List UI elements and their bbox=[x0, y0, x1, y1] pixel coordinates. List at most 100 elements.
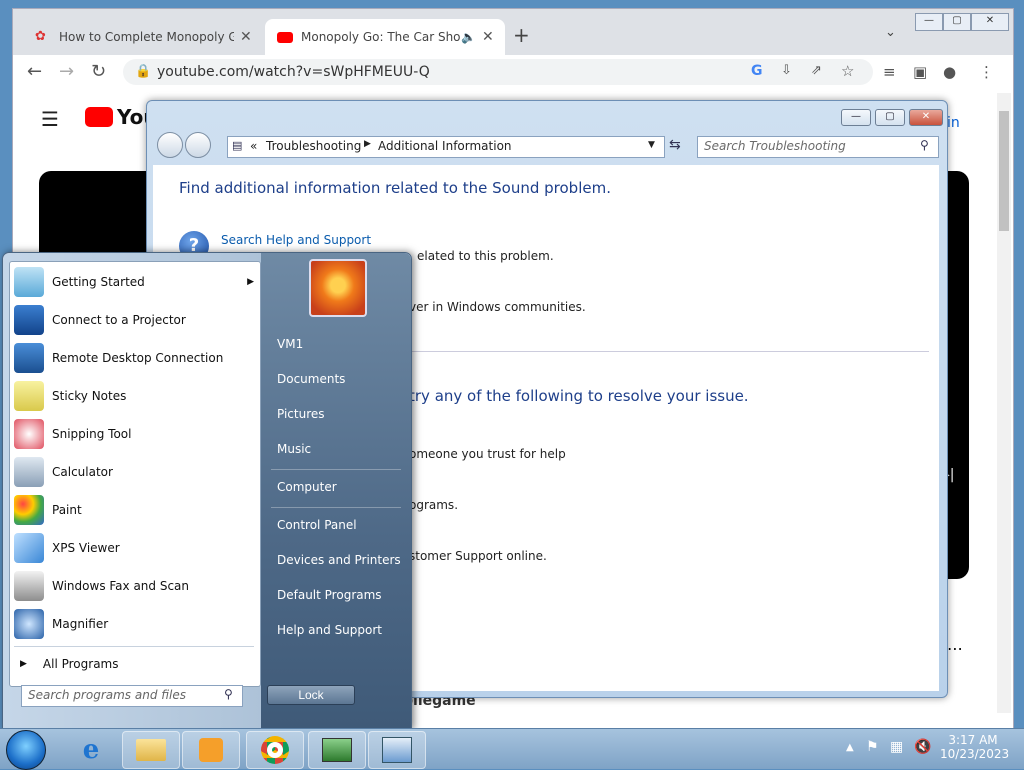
address-bar[interactable]: 🔒 youtube.com/watch?v=sWpHFMEUU-Q G ⇩ ⇗ … bbox=[123, 59, 873, 85]
internet-explorer-icon[interactable]: e bbox=[62, 731, 120, 769]
place-pictures[interactable]: Pictures bbox=[277, 407, 325, 421]
scrollbar[interactable] bbox=[997, 93, 1011, 713]
minimize-icon[interactable]: — bbox=[915, 13, 943, 31]
xps-viewer-icon bbox=[14, 533, 44, 563]
remote-desktop-icon bbox=[14, 343, 44, 373]
user-avatar[interactable] bbox=[309, 259, 367, 317]
place-default-programs[interactable]: Default Programs bbox=[277, 588, 382, 602]
programs-pane: Getting Started ▶ Connect to a Projector… bbox=[9, 261, 261, 687]
network-icon[interactable]: ▦ bbox=[890, 739, 903, 755]
youtube-logo-icon[interactable] bbox=[85, 107, 113, 127]
action-center-icon[interactable]: ⚑ bbox=[866, 739, 879, 755]
program-magnifier[interactable]: Magnifier bbox=[14, 606, 254, 642]
tab-close-icon[interactable]: ✕ bbox=[482, 29, 494, 45]
place-devices-printers[interactable]: Devices and Printers bbox=[277, 553, 401, 567]
back-icon[interactable]: ← bbox=[27, 61, 42, 82]
divider bbox=[271, 469, 401, 470]
breadcrumb-troubleshooting[interactable]: Troubleshooting bbox=[266, 139, 361, 153]
lock-button[interactable]: Lock bbox=[267, 685, 355, 705]
place-help-support[interactable]: Help and Support bbox=[277, 623, 382, 637]
projector-icon bbox=[14, 305, 44, 335]
install-icon[interactable]: ⇩ bbox=[781, 63, 792, 78]
search-help-link[interactable]: Search Help and Support bbox=[221, 233, 371, 247]
close-icon[interactable]: ✕ bbox=[909, 109, 943, 126]
tab-monopoly-guide[interactable]: ✿ How to Complete Monopoly GO ✕ bbox=[23, 19, 263, 55]
task-manager-icon[interactable] bbox=[308, 731, 366, 769]
lock-icon[interactable]: 🔒 bbox=[135, 64, 151, 79]
control-panel-icon[interactable] bbox=[368, 731, 426, 769]
program-getting-started[interactable]: Getting Started ▶ bbox=[14, 264, 254, 300]
back-icon[interactable] bbox=[157, 132, 183, 158]
program-label: Calculator bbox=[52, 465, 113, 479]
forward-icon[interactable]: → bbox=[59, 61, 74, 82]
audio-playing-icon[interactable]: 🔈 bbox=[461, 30, 476, 44]
program-connect-projector[interactable]: Connect to a Projector bbox=[14, 302, 254, 338]
taskbar: e ▲ ⚑ ▦ 🔇 3:17 AM 10/23/2023 bbox=[0, 728, 1024, 770]
program-xps-viewer[interactable]: XPS Viewer bbox=[14, 530, 254, 566]
address-bar[interactable]: ▤ « Troubleshooting ▶ Additional Informa… bbox=[227, 136, 665, 158]
url-text: youtube.com/watch?v=sWpHFMEUU-Q bbox=[157, 64, 430, 80]
place-documents[interactable]: Documents bbox=[277, 372, 345, 386]
breadcrumb-additional-info[interactable]: Additional Information bbox=[378, 139, 512, 153]
hamburger-menu-icon[interactable]: ☰ bbox=[41, 107, 59, 131]
all-programs-button[interactable]: ▶ All Programs bbox=[14, 650, 254, 678]
tab-search-icon[interactable]: ⌄ bbox=[885, 25, 896, 40]
heading-try-following: try any of the following to resolve your… bbox=[409, 387, 749, 405]
breadcrumb-arrow-icon[interactable]: ▶ bbox=[364, 139, 371, 149]
submenu-arrow-icon[interactable]: ▶ bbox=[247, 277, 254, 287]
clock-time: 3:17 AM bbox=[948, 733, 998, 747]
media-player-icon[interactable] bbox=[182, 731, 240, 769]
site-favicon-icon: ✿ bbox=[35, 29, 46, 44]
places-pane: VM1 Documents Pictures Music Computer Co… bbox=[261, 253, 411, 729]
place-computer[interactable]: Computer bbox=[277, 480, 337, 494]
media-control-icon[interactable]: ≡ bbox=[883, 63, 896, 81]
search-icon[interactable]: ⚲ bbox=[224, 687, 233, 701]
tab-youtube[interactable]: Monopoly Go: The Car Show 🔈 ✕ bbox=[265, 19, 505, 55]
share-icon[interactable]: ⇗ bbox=[811, 63, 822, 78]
file-explorer-icon[interactable] bbox=[122, 731, 180, 769]
start-menu: Getting Started ▶ Connect to a Projector… bbox=[2, 252, 412, 730]
program-fax-scan[interactable]: Windows Fax and Scan bbox=[14, 568, 254, 604]
menu-icon[interactable]: ⋮ bbox=[979, 63, 994, 81]
search-programs-input[interactable]: Search programs and files ⚲ bbox=[21, 685, 243, 707]
program-sticky-notes[interactable]: Sticky Notes bbox=[14, 378, 254, 414]
new-tab-button[interactable]: + bbox=[513, 23, 530, 47]
program-remote-desktop[interactable]: Remote Desktop Connection bbox=[14, 340, 254, 376]
program-label: Paint bbox=[52, 503, 82, 517]
show-hidden-icons-icon[interactable]: ▲ bbox=[846, 742, 854, 753]
tab-close-icon[interactable]: ✕ bbox=[240, 29, 252, 45]
sign-in-link[interactable]: in bbox=[947, 115, 960, 131]
profile-icon[interactable]: ● bbox=[943, 63, 956, 81]
maximize-icon[interactable]: ▢ bbox=[943, 13, 971, 31]
clock[interactable]: 3:17 AM 10/23/2023 bbox=[940, 733, 1010, 761]
maximize-icon[interactable]: ▢ bbox=[875, 109, 905, 126]
breadcrumb-overflow[interactable]: « bbox=[250, 139, 257, 153]
reload-icon[interactable]: ↻ bbox=[91, 61, 106, 82]
program-calculator[interactable]: Calculator bbox=[14, 454, 254, 490]
start-button[interactable] bbox=[6, 730, 46, 770]
clock-date: 10/23/2023 bbox=[940, 747, 1010, 761]
minimize-icon[interactable]: — bbox=[841, 109, 871, 126]
refresh-icon[interactable]: ⇆ bbox=[669, 137, 681, 153]
program-paint[interactable]: Paint bbox=[14, 492, 254, 528]
search-input[interactable]: Search Troubleshooting ⚲ bbox=[697, 136, 939, 158]
google-icon[interactable]: G bbox=[751, 63, 763, 79]
program-label: Sticky Notes bbox=[52, 389, 127, 403]
close-icon[interactable]: ✕ bbox=[971, 13, 1009, 31]
search-icon[interactable]: ⚲ bbox=[920, 138, 929, 152]
side-panel-icon[interactable]: ▣ bbox=[913, 63, 927, 81]
place-user[interactable]: VM1 bbox=[277, 337, 303, 351]
place-control-panel[interactable]: Control Panel bbox=[277, 518, 357, 532]
calculator-icon bbox=[14, 457, 44, 487]
sticky-notes-icon bbox=[14, 381, 44, 411]
chrome-icon[interactable] bbox=[246, 731, 304, 769]
forward-icon[interactable] bbox=[185, 132, 211, 158]
bookmark-star-icon[interactable]: ☆ bbox=[841, 62, 854, 80]
scrollbar-thumb[interactable] bbox=[999, 111, 1009, 231]
place-music[interactable]: Music bbox=[277, 442, 311, 456]
more-options-icon[interactable]: ⋯ bbox=[947, 639, 963, 658]
program-snipping-tool[interactable]: Snipping Tool bbox=[14, 416, 254, 452]
volume-muted-icon[interactable]: 🔇 bbox=[914, 739, 931, 755]
dropdown-arrow-icon[interactable]: ▼ bbox=[648, 140, 655, 150]
text-line: omeone you trust for help bbox=[409, 447, 566, 461]
